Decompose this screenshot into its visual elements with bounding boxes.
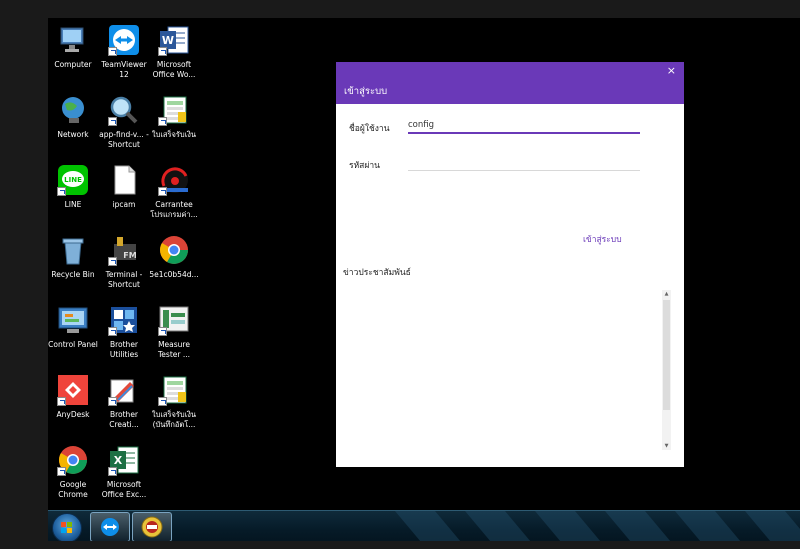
file-icon [108, 164, 140, 196]
username-label: ชื่อผู้ใช้งาน [349, 124, 390, 134]
excel-sheet-icon [158, 94, 190, 126]
svg-text:FM: FM [123, 251, 136, 260]
desktop-icon-recycle-bin[interactable]: Recycle Bin [46, 234, 100, 280]
computer-icon [57, 24, 89, 56]
desktop-icon-carrantee[interactable]: Carrantee โปรแกรมค่า... [147, 164, 201, 220]
dialog-header: เข้าสู่ระบบ × [336, 62, 684, 104]
news-content-area [343, 290, 665, 448]
measure-tester-icon [158, 304, 190, 336]
login-button[interactable]: เข้าสู่ระบบ [583, 232, 622, 246]
desktop-icon-receipt[interactable]: ใบเสร็จรับเงิน [147, 94, 201, 140]
control-panel-icon [57, 304, 89, 336]
desktop-icon-app-find[interactable]: app-find-v... - Shortcut [97, 94, 151, 150]
screen-bottom-border [0, 541, 800, 549]
taskbar-decoration [674, 511, 742, 542]
password-label: รหัสผ่าน [349, 161, 380, 171]
chrome-icon [57, 444, 89, 476]
word-icon: W [158, 24, 190, 56]
desktop-icon-anydesk[interactable]: AnyDesk [46, 374, 100, 420]
desktop-icon-computer[interactable]: Computer [46, 24, 100, 70]
taskbar-decoration [394, 511, 462, 542]
desktop-icon-ipcam[interactable]: ipcam [97, 164, 151, 210]
taskbar-teamviewer-button[interactable] [90, 512, 130, 542]
brother-creative-icon [108, 374, 140, 406]
news-scrollbar[interactable]: ▲ ▼ [662, 290, 671, 450]
login-dialog: เข้าสู่ระบบ × ชื่อผู้ใช้งาน รหัสผ่าน เข้… [336, 62, 684, 467]
desktop-icon-brother-creative[interactable]: Brother Creati... [97, 374, 151, 430]
excel-icon: X [108, 444, 140, 476]
scroll-down-icon[interactable]: ▼ [662, 442, 671, 450]
svg-text:X: X [114, 454, 123, 467]
taskbar-decoration [604, 511, 672, 542]
teamviewer-icon [101, 518, 119, 536]
svg-text:LINE: LINE [64, 176, 82, 184]
desktop-icon-network[interactable]: Network [46, 94, 100, 140]
news-heading: ข่าวประชาสัมพันธ์ [343, 268, 411, 278]
taskbar-app-button[interactable] [132, 512, 172, 542]
chrome-icon [158, 234, 190, 266]
desktop-icon-measure-tester[interactable]: Measure Tester ... [147, 304, 201, 360]
svg-text:W: W [162, 34, 174, 47]
taskbar-decoration [534, 511, 602, 542]
line-icon: LINE [57, 164, 89, 196]
desktop-icon-teamviewer[interactable]: TeamViewer 12 [97, 24, 151, 80]
dialog-title: เข้าสู่ระบบ [344, 86, 388, 97]
scroll-up-icon[interactable]: ▲ [662, 290, 671, 298]
excel-sheet-icon [158, 374, 190, 406]
desktop-icon-control-panel[interactable]: Control Panel [46, 304, 100, 350]
brother-utilities-icon [108, 304, 140, 336]
desktop-icon-terminal[interactable]: FM Terminal - Shortcut [97, 234, 151, 290]
scroll-thumb[interactable] [663, 300, 670, 410]
desktop-icon-google-chrome[interactable]: Google Chrome [46, 444, 100, 500]
desktop-icon-receipt-auto[interactable]: ใบเสร็จรับเงิน (บันทึกอัตโ... [147, 374, 201, 430]
username-field[interactable] [408, 118, 640, 134]
taskbar [48, 510, 800, 542]
recycle-bin-icon [57, 234, 89, 266]
terminal-icon: FM [108, 234, 140, 266]
desktop-icon-word[interactable]: W Microsoft Office Wo... [147, 24, 201, 80]
badge-app-icon [141, 516, 163, 538]
desktop-icon-brother-utilities[interactable]: Brother Utilities [97, 304, 151, 360]
password-field[interactable] [408, 156, 640, 171]
network-icon [57, 94, 89, 126]
desktop-icon-excel[interactable]: X Microsoft Office Exc... [97, 444, 151, 500]
close-icon[interactable]: × [667, 64, 676, 77]
anydesk-icon [57, 374, 89, 406]
taskbar-decoration [744, 511, 800, 542]
desktop-icon-chrome-shortcut[interactable]: 5e1c0b54d... [147, 234, 201, 280]
desktop-icon-line[interactable]: LINE LINE [46, 164, 100, 210]
windows-orb-icon[interactable] [52, 513, 82, 542]
taskbar-decoration [464, 511, 532, 542]
search-app-icon [108, 94, 140, 126]
carrantee-icon [158, 164, 190, 196]
teamviewer-icon [108, 24, 140, 56]
